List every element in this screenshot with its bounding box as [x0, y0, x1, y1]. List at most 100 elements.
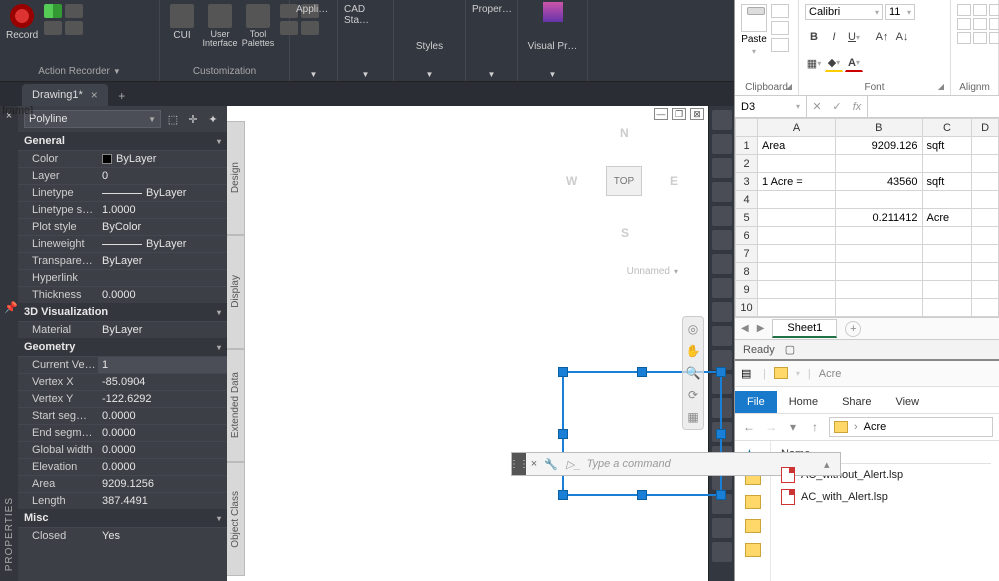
- fx-icon[interactable]: fx: [847, 101, 867, 113]
- row-header[interactable]: 6: [736, 227, 758, 245]
- align-center-icon[interactable]: [973, 18, 987, 30]
- cmdline-history-icon[interactable]: ▴: [824, 458, 840, 471]
- cell[interactable]: [836, 155, 922, 173]
- grip-midpoint[interactable]: [637, 367, 647, 377]
- orientation-icon[interactable]: [989, 32, 999, 44]
- close-icon[interactable]: ⊠: [690, 108, 704, 120]
- cell[interactable]: [972, 299, 999, 317]
- cell[interactable]: [758, 245, 836, 263]
- formula-bar[interactable]: [868, 96, 999, 117]
- row-header[interactable]: 1: [736, 137, 758, 155]
- cell[interactable]: [972, 155, 999, 173]
- prop-row[interactable]: Layer0: [18, 167, 227, 184]
- select-all-cell[interactable]: [736, 119, 758, 137]
- cell[interactable]: [972, 227, 999, 245]
- cell[interactable]: 0.211412: [836, 209, 922, 227]
- prop-row[interactable]: End segme…0.0000: [18, 424, 227, 441]
- prop-value[interactable]: 9209.1256: [98, 476, 227, 492]
- side-tab-object-class[interactable]: Object Class: [227, 462, 245, 576]
- restore-icon[interactable]: ❐: [672, 108, 686, 120]
- font-size-combobox[interactable]: 11▾: [885, 4, 915, 20]
- prop-value[interactable]: Yes: [98, 528, 227, 544]
- sheet-nav-prev-icon[interactable]: ◀: [741, 323, 749, 334]
- viewcube-south[interactable]: S: [621, 226, 629, 240]
- grip-vertex[interactable]: [558, 367, 568, 377]
- drawing-tab[interactable]: Drawing1* ×: [22, 84, 108, 106]
- cell[interactable]: [972, 191, 999, 209]
- close-icon[interactable]: ×: [91, 88, 98, 102]
- back-icon[interactable]: ←: [741, 420, 757, 434]
- grip-midpoint[interactable]: [558, 429, 568, 439]
- grip-midpoint[interactable]: [716, 429, 726, 439]
- ribbon-panel-cad-standards[interactable]: CAD Sta… ▼: [338, 0, 394, 81]
- cell[interactable]: [836, 263, 922, 281]
- font-color-button[interactable]: A▾: [845, 54, 863, 72]
- viewcube[interactable]: TOP N S E W: [564, 124, 684, 244]
- row-header[interactable]: 9: [736, 281, 758, 299]
- steering-wheel-icon[interactable]: ◎: [685, 321, 701, 337]
- side-tab-display[interactable]: Display: [227, 235, 245, 349]
- record-button[interactable]: Record: [6, 4, 38, 41]
- prop-value[interactable]: 0.0000: [98, 442, 227, 458]
- recorder-tools[interactable]: [44, 4, 83, 35]
- prop-row[interactable]: Hyperlink: [18, 269, 227, 286]
- prop-value[interactable]: 1: [98, 357, 227, 373]
- tab-file[interactable]: File: [735, 391, 777, 413]
- prop-section-viz3d[interactable]: 3D Visualization▾: [18, 303, 227, 321]
- cell[interactable]: Acre: [922, 209, 972, 227]
- cell[interactable]: [922, 191, 972, 209]
- prop-row[interactable]: ClosedYes: [18, 527, 227, 544]
- decrease-indent-icon[interactable]: [957, 32, 971, 44]
- paste-button[interactable]: Paste ▾: [741, 4, 767, 56]
- cell[interactable]: [758, 299, 836, 317]
- cell[interactable]: [972, 209, 999, 227]
- prop-value[interactable]: 0.0000: [98, 459, 227, 475]
- folder-icon[interactable]: [745, 519, 761, 533]
- prop-row[interactable]: Vertex Y-122.6292: [18, 390, 227, 407]
- cell[interactable]: [758, 155, 836, 173]
- prop-value[interactable]: ByLayer: [98, 185, 227, 201]
- drawing-canvas[interactable]: — ❐ ⊠ TOP N S E W Unnamed ▾: [227, 106, 708, 581]
- play-icon[interactable]: [44, 4, 62, 18]
- toolbar-icon[interactable]: [712, 518, 732, 538]
- object-type-dropdown[interactable]: Polyline ▼: [24, 110, 161, 128]
- cui-button[interactable]: CUI: [166, 4, 198, 41]
- side-tab-design[interactable]: Design: [227, 121, 245, 235]
- viewcube-top[interactable]: TOP: [606, 166, 642, 196]
- prop-row[interactable]: Global width0.0000: [18, 441, 227, 458]
- prop-value[interactable]: ByLayer: [98, 253, 227, 269]
- toolbar-icon[interactable]: [712, 254, 732, 274]
- cut-icon[interactable]: [771, 4, 789, 18]
- sheet-tab[interactable]: Sheet1: [772, 319, 837, 338]
- user-interface-button[interactable]: User Interface: [204, 4, 236, 48]
- prop-row[interactable]: MaterialByLayer: [18, 321, 227, 338]
- cell[interactable]: [836, 245, 922, 263]
- panel-title-action-recorder[interactable]: Action Recorder ▼: [6, 64, 153, 79]
- toolbar-icon[interactable]: [712, 326, 732, 346]
- prop-value[interactable]: ByLayer: [98, 151, 227, 167]
- toolbar-icon[interactable]: [712, 158, 732, 178]
- tool-palettes-button[interactable]: Tool Palettes: [242, 4, 274, 48]
- prop-section-geometry[interactable]: Geometry▾: [18, 338, 227, 356]
- cell[interactable]: 43560: [836, 173, 922, 191]
- grip-vertex[interactable]: [558, 490, 568, 500]
- row-header[interactable]: 2: [736, 155, 758, 173]
- ribbon-panel-visual-properties[interactable]: Visual Pr… ▼: [518, 0, 588, 81]
- toolbar-icon[interactable]: [712, 206, 732, 226]
- toolbar-icon[interactable]: [712, 134, 732, 154]
- cell[interactable]: [758, 227, 836, 245]
- column-header[interactable]: A: [758, 119, 836, 137]
- ribbon-panel-applications[interactable]: Appli… ▼: [290, 0, 338, 81]
- prop-value[interactable]: 0.0000: [98, 287, 227, 303]
- tab-home[interactable]: Home: [777, 391, 830, 413]
- toolbar-icon[interactable]: [712, 542, 732, 562]
- row-header[interactable]: 7: [736, 245, 758, 263]
- prop-value[interactable]: -85.0904: [98, 374, 227, 390]
- cell[interactable]: [922, 155, 972, 173]
- cmdline-close-icon[interactable]: ×: [526, 458, 542, 470]
- cell[interactable]: [922, 281, 972, 299]
- folder-icon[interactable]: [745, 495, 761, 509]
- grip-vertex[interactable]: [716, 490, 726, 500]
- cell[interactable]: [836, 299, 922, 317]
- increase-indent-icon[interactable]: [973, 32, 987, 44]
